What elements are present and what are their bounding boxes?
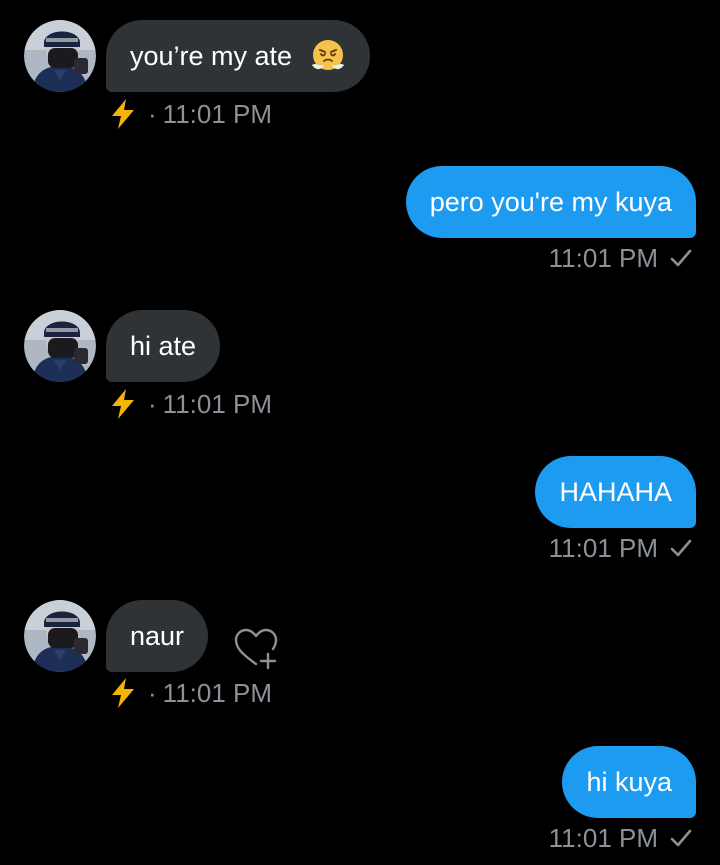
message-meta: 11:01 PM [549, 820, 694, 856]
checkmark-icon [668, 535, 694, 561]
message-meta: · 11:01 PM [106, 96, 272, 132]
checkmark-icon [668, 825, 694, 851]
avatar-photo [24, 310, 96, 382]
meta-separator: · [148, 388, 157, 419]
message-timestamp: 11:01 PM [162, 677, 273, 708]
checkmark-icon [668, 245, 694, 271]
message-timestamp: 11:01 PM [548, 532, 658, 563]
message-meta: 11:01 PM [549, 240, 694, 276]
message-timestamp: 11:01 PM [548, 822, 658, 853]
message-meta: 11:01 PM [549, 530, 694, 566]
message-text: hi kuya [586, 767, 672, 797]
message-timestamp: 11:01 PM [548, 242, 658, 273]
message-meta: · 11:01 PM [106, 675, 272, 711]
message-bubble-incoming[interactable]: you’re my ate [106, 20, 370, 92]
message-meta: · 11:01 PM [106, 386, 272, 422]
steaming-face-emoji-icon [310, 37, 346, 73]
message-bubble-outgoing[interactable]: pero you're my kuya [405, 166, 696, 238]
message-text: hi ate [130, 331, 197, 361]
lightning-bolt-icon [106, 387, 140, 421]
message-text: HAHAHA [559, 477, 672, 507]
avatar[interactable] [24, 310, 96, 382]
avatar[interactable] [24, 20, 96, 92]
avatar-photo [24, 20, 96, 92]
meta-separator: · [148, 677, 157, 708]
lightning-bolt-icon [106, 97, 140, 131]
message-text: you’re my ate [130, 41, 293, 71]
message-timestamp: 11:01 PM [162, 388, 273, 419]
lightning-bolt-icon [106, 676, 140, 710]
avatar[interactable] [24, 600, 96, 672]
message-bubble-incoming[interactable]: hi ate [106, 310, 221, 382]
avatar-photo [24, 600, 96, 672]
message-text: pero you're my kuya [429, 187, 672, 217]
heart-plus-icon[interactable] [232, 626, 280, 670]
message-timestamp: 11:01 PM [162, 98, 273, 129]
meta-separator: · [148, 98, 157, 129]
message-bubble-outgoing[interactable]: hi kuya [562, 746, 696, 818]
message-bubble-outgoing[interactable]: HAHAHA [535, 456, 696, 528]
message-bubble-incoming[interactable]: naur [106, 600, 209, 672]
message-text: naur [130, 621, 185, 651]
